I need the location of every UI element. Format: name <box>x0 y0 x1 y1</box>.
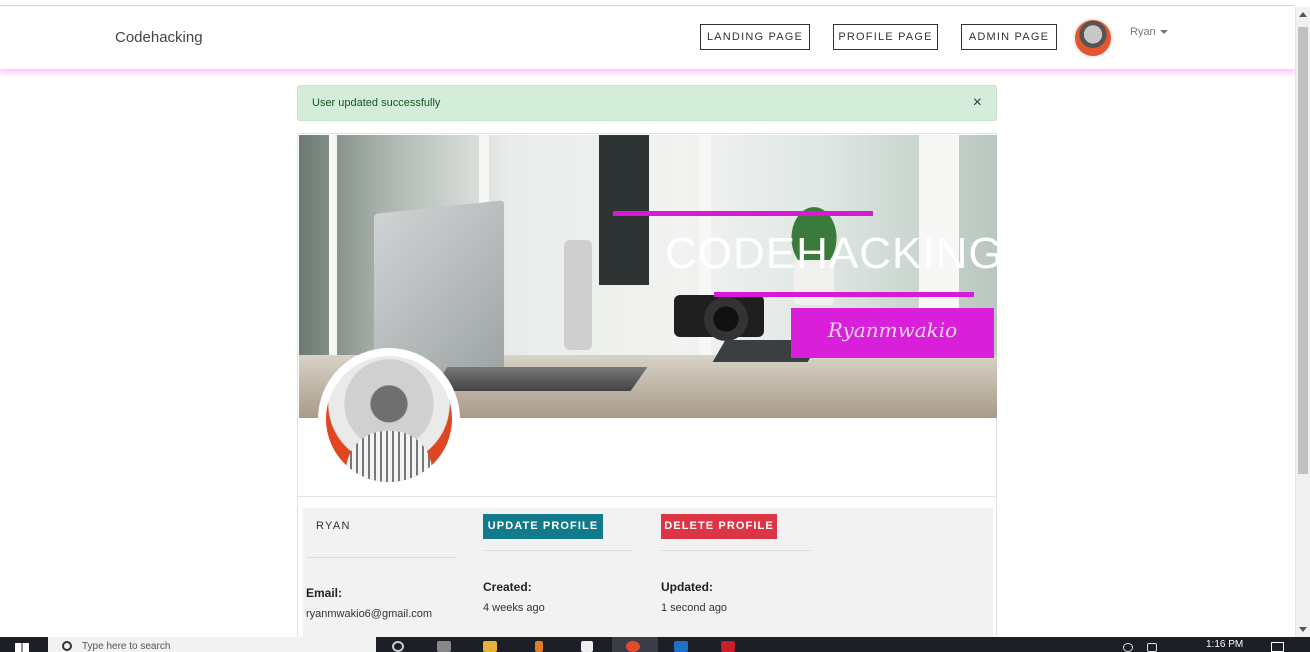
editor-icon[interactable] <box>674 641 688 652</box>
banner-title: CODEHACKING <box>665 229 997 278</box>
camera-lens <box>704 297 748 341</box>
updated-value: 1 second ago <box>661 602 728 614</box>
card-divider <box>298 496 996 497</box>
scroll-up-icon[interactable] <box>1299 12 1307 17</box>
document-icon[interactable] <box>581 641 593 652</box>
divider <box>483 550 633 551</box>
profile-page-button[interactable]: PROFILE PAGE <box>833 24 938 50</box>
success-alert: User updated successfully × <box>297 85 997 121</box>
created-value: 4 weeks ago <box>483 602 545 614</box>
email-label: Email: <box>306 586 343 600</box>
update-profile-button[interactable]: UPDATE PROFILE <box>483 514 603 539</box>
close-icon[interactable]: × <box>973 94 982 112</box>
laptop-base <box>430 367 648 391</box>
signature-box: Ryanmwakio <box>791 308 994 358</box>
app-icon[interactable] <box>535 641 543 652</box>
page-scrollbar[interactable] <box>1295 7 1310 637</box>
profile-photo-shirt <box>346 431 432 482</box>
alert-message: User updated successfully <box>312 97 441 109</box>
taskbar: Type here to search 1:16 PM <box>0 637 1310 652</box>
browser-top-edge <box>0 0 1295 6</box>
monitor <box>599 135 649 285</box>
scroll-thumb[interactable] <box>1298 27 1308 474</box>
user-name: Ryan <box>1130 26 1156 38</box>
divider <box>661 550 811 551</box>
chevron-down-icon <box>1159 30 1168 35</box>
profile-photo <box>326 356 452 482</box>
signature-text: Ryanmwakio <box>827 318 958 342</box>
volume-icon[interactable] <box>1147 643 1157 652</box>
app-icon[interactable] <box>437 641 451 652</box>
navbar: Codehacking LANDING PAGE PROFILE PAGE AD… <box>0 7 1295 69</box>
user-avatar[interactable] <box>1073 18 1113 58</box>
monitor-stand <box>564 240 592 350</box>
profile-info-panel: RYAN Email: ryanmwakio6@gmail.com UPDATE… <box>303 508 993 652</box>
network-icon[interactable] <box>1123 643 1133 652</box>
admin-page-button[interactable]: ADMIN PAGE <box>961 24 1057 50</box>
taskbar-clock[interactable]: 1:16 PM <box>1206 639 1243 650</box>
created-label: Created: <box>483 580 532 594</box>
file-explorer-icon[interactable] <box>483 641 497 652</box>
banner-line-top <box>613 211 873 216</box>
browser-icon <box>626 641 640 652</box>
task-view-icon[interactable] <box>392 641 404 652</box>
user-dropdown-toggle[interactable]: Ryan <box>1130 26 1168 38</box>
taskbar-search[interactable]: Type here to search <box>48 637 376 652</box>
taskbar-search-placeholder: Type here to search <box>82 641 171 652</box>
delete-profile-button[interactable]: DELETE PROFILE <box>661 514 777 539</box>
updated-label: Updated: <box>661 580 713 594</box>
profile-picture <box>318 348 460 490</box>
search-icon <box>62 641 72 651</box>
app-icon[interactable] <box>721 641 735 652</box>
brand-link[interactable]: Codehacking <box>115 29 203 46</box>
profile-name: RYAN <box>316 520 351 532</box>
email-value: ryanmwakio6@gmail.com <box>306 608 433 620</box>
page: Codehacking LANDING PAGE PROFILE PAGE AD… <box>0 0 1310 652</box>
scroll-down-icon[interactable] <box>1299 627 1307 632</box>
profile-card: CODEHACKING Ryanmwakio RYAN Email: ryanm… <box>297 133 997 652</box>
taskbar-active-app[interactable] <box>612 637 658 652</box>
divider <box>306 557 456 558</box>
notification-icon[interactable] <box>1271 642 1284 652</box>
window-frame <box>329 135 337 355</box>
landing-page-button[interactable]: LANDING PAGE <box>700 24 810 50</box>
windows-icon[interactable] <box>15 643 29 652</box>
banner-line-bottom <box>714 292 974 297</box>
